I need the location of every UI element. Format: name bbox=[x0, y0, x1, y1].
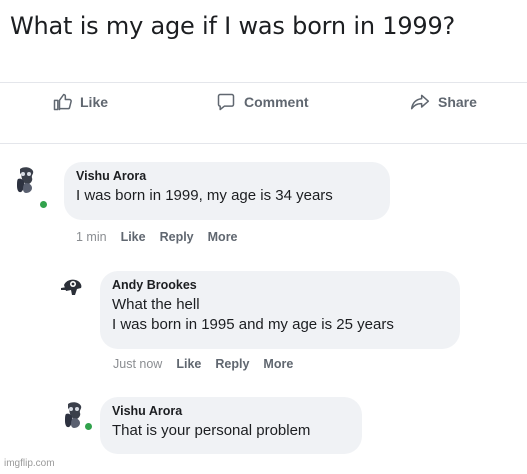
comment-like-link[interactable]: Like bbox=[121, 230, 146, 244]
avatar[interactable] bbox=[62, 400, 93, 431]
comment-more-link[interactable]: More bbox=[208, 230, 238, 244]
comment-text-line-1: What the hell bbox=[112, 296, 200, 313]
comment-author[interactable]: Vishu Arora bbox=[76, 169, 378, 183]
share-button[interactable]: Share bbox=[410, 92, 477, 112]
comment-meta: 1 min Like Reply More bbox=[76, 230, 238, 244]
avatar-image bbox=[14, 165, 44, 195]
comment-reply-link[interactable]: Reply bbox=[160, 230, 194, 244]
like-label: Like bbox=[80, 94, 109, 110]
avatar-image bbox=[58, 273, 88, 303]
comment-text: That is your personal problem bbox=[112, 422, 311, 439]
comment-time[interactable]: 1 min bbox=[76, 230, 107, 244]
comment-icon bbox=[217, 93, 235, 111]
comment-label: Comment bbox=[244, 94, 309, 110]
avatar[interactable] bbox=[14, 165, 48, 209]
comment-button[interactable]: Comment bbox=[216, 92, 309, 112]
comment-more-link[interactable]: More bbox=[263, 357, 293, 371]
divider-bottom bbox=[0, 143, 527, 144]
comment-text-line-2: I was born in 1995 and my age is 25 year… bbox=[112, 316, 394, 333]
online-status-dot bbox=[39, 200, 48, 209]
comment-bubble: Vishu Arora That is your personal proble… bbox=[100, 397, 362, 454]
comment-time[interactable]: Just now bbox=[113, 357, 162, 371]
comment-bubble: Andy Brookes What the hell I was born in… bbox=[100, 271, 460, 349]
watermark: imgflip.com bbox=[4, 458, 55, 469]
share-icon bbox=[410, 94, 430, 110]
online-status-dot bbox=[84, 422, 93, 431]
comment-bubble: Vishu Arora I was born in 1999, my age i… bbox=[64, 162, 390, 220]
comment-text: I was born in 1999, my age is 34 years bbox=[76, 187, 333, 204]
comment-meta: Just now Like Reply More bbox=[113, 357, 293, 371]
thumbs-up-icon bbox=[53, 93, 72, 111]
comment-like-link[interactable]: Like bbox=[176, 357, 201, 371]
post-text: What is my age if I was born in 1999? bbox=[10, 12, 456, 40]
share-label: Share bbox=[438, 94, 477, 110]
comment-author[interactable]: Andy Brookes bbox=[112, 278, 448, 292]
like-button[interactable]: Like bbox=[52, 92, 108, 112]
comment-reply-link[interactable]: Reply bbox=[215, 357, 249, 371]
comment-author[interactable]: Vishu Arora bbox=[112, 404, 350, 418]
action-bar: Like Comment Share bbox=[0, 82, 527, 126]
avatar[interactable] bbox=[58, 273, 88, 303]
